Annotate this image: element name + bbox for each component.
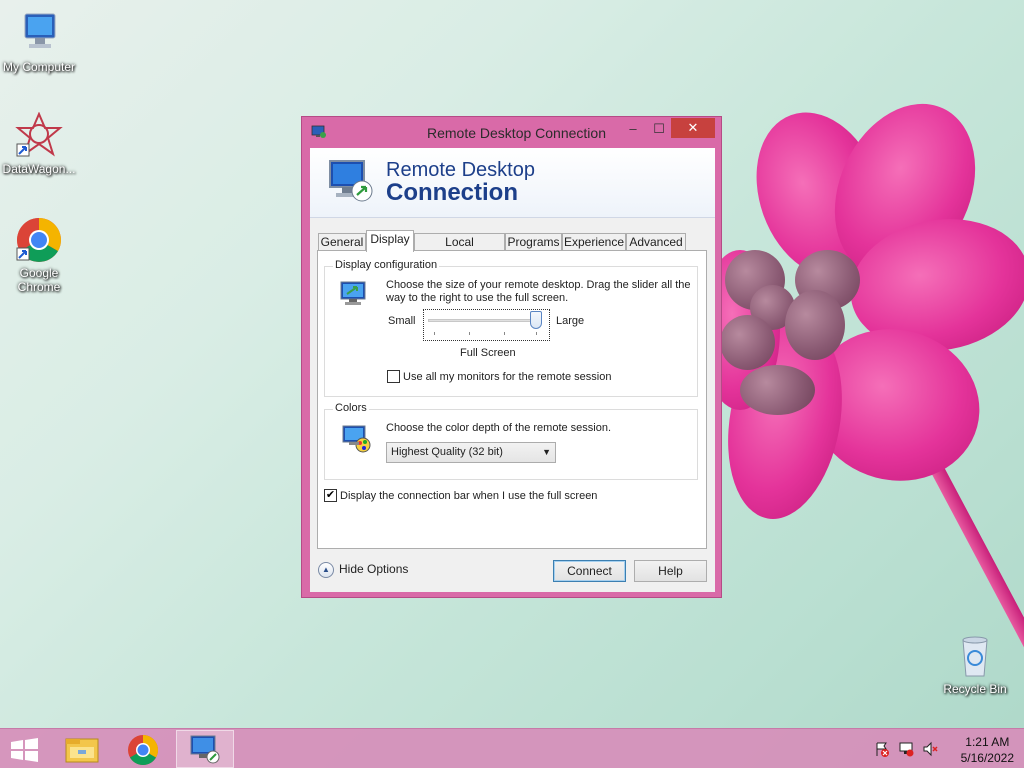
- wallpaper-flower: [700, 90, 1024, 650]
- display-description-line1: Choose the size of your remote desktop. …: [386, 279, 691, 291]
- system-clock[interactable]: 1:21 AM 5/16/2022: [961, 734, 1014, 766]
- chrome-icon: [128, 735, 159, 766]
- desktop-icon-google-chrome[interactable]: Google Chrome: [0, 216, 78, 294]
- display-description-line2: way to the right to use the full screen.: [386, 292, 569, 304]
- desktop-icon-label: DataWagon...: [2, 162, 76, 176]
- hide-options-label: Hide Options: [339, 562, 409, 577]
- taskbar: 1:21 AM 5/16/2022: [0, 728, 1024, 768]
- computer-icon: [15, 10, 63, 58]
- colors-description: Choose the color depth of the remote ses…: [386, 422, 612, 434]
- slider-track: [428, 319, 537, 322]
- tab-experience[interactable]: Experience: [562, 233, 626, 251]
- taskbar-file-explorer[interactable]: [54, 730, 112, 768]
- minimize-button[interactable]: –: [620, 119, 646, 139]
- taskbar-remote-desktop[interactable]: [176, 730, 234, 768]
- banner: Remote Desktop Connection: [310, 148, 715, 218]
- desktop-icon-label: Google Chrome: [17, 266, 61, 294]
- recycle-bin-icon: [951, 632, 999, 680]
- display-configuration-legend: Display configuration: [333, 259, 440, 271]
- colors-group: Colors Choose the color depth of the rem…: [324, 402, 698, 480]
- tab-local-resources[interactable]: Local Resources: [414, 233, 505, 265]
- connection-bar-label[interactable]: Display the connection bar when I use th…: [340, 490, 597, 502]
- clock-time: 1:21 AM: [965, 735, 1010, 749]
- tab-programs[interactable]: Programs: [505, 233, 562, 251]
- slider-value-label: Full Screen: [460, 347, 516, 359]
- desktop-icon-recycle-bin[interactable]: Recycle Bin: [936, 632, 1014, 696]
- desktop-icon-my-computer[interactable]: My Computer: [0, 10, 78, 74]
- network-icon[interactable]: [898, 741, 914, 757]
- maximize-button[interactable]: ☐: [646, 119, 672, 139]
- tab-display[interactable]: Display: [366, 230, 414, 252]
- remote-desktop-logo-icon: [326, 157, 376, 207]
- desktop-icon-label: My Computer: [2, 60, 76, 74]
- chevron-up-icon: ▲: [318, 562, 334, 578]
- use-all-monitors-label[interactable]: Use all my monitors for the remote sessi…: [403, 371, 611, 383]
- hide-options-toggle[interactable]: ▲ Hide Options: [318, 562, 408, 578]
- help-button[interactable]: Help: [634, 560, 707, 582]
- datawagon-icon: [15, 111, 63, 160]
- file-explorer-icon: [65, 738, 99, 763]
- remote-desktop-icon: [190, 735, 220, 764]
- banner-title-line2: Connection: [386, 179, 518, 206]
- tab-advanced[interactable]: Advanced: [626, 233, 686, 251]
- slider-min-label: Small: [388, 315, 416, 327]
- tab-general[interactable]: General: [318, 233, 366, 251]
- color-depth-value: Highest Quality (32 bit): [391, 446, 503, 458]
- title-bar[interactable]: Remote Desktop Connection – ☐ ✕: [302, 117, 721, 147]
- window-client-area: Remote Desktop Connection General Displa…: [310, 148, 715, 592]
- volume-muted-icon[interactable]: [922, 741, 938, 757]
- start-icon: [11, 738, 38, 762]
- colors-legend: Colors: [333, 402, 369, 414]
- taskbar-chrome[interactable]: [114, 730, 172, 768]
- color-palette-icon: [341, 423, 373, 455]
- remote-desktop-window: Remote Desktop Connection – ☐ ✕ Remote D…: [301, 116, 722, 598]
- display-configuration-group: Display configuration Choose the size of…: [324, 259, 698, 397]
- slider-thumb[interactable]: [530, 311, 542, 329]
- use-all-monitors-checkbox[interactable]: [387, 370, 400, 383]
- monitor-icon: [339, 279, 369, 309]
- start-button[interactable]: [0, 730, 58, 768]
- desktop-icon-label: Recycle Bin: [943, 682, 1007, 696]
- close-button[interactable]: ✕: [671, 118, 715, 138]
- system-tray: [870, 729, 950, 768]
- display-tab-panel: Display configuration Choose the size of…: [317, 250, 707, 549]
- chevron-down-icon: ▼: [542, 447, 551, 457]
- connect-button[interactable]: Connect: [553, 560, 626, 582]
- slider-max-label: Large: [556, 315, 585, 327]
- chrome-icon: [15, 216, 63, 264]
- display-size-slider[interactable]: [423, 309, 550, 341]
- desktop-icon-datawagon[interactable]: DataWagon...: [0, 111, 78, 176]
- clock-date: 5/16/2022: [960, 751, 1014, 765]
- action-center-flag-icon[interactable]: [874, 741, 890, 757]
- connection-bar-checkbox[interactable]: ✔: [324, 489, 337, 502]
- color-depth-select[interactable]: Highest Quality (32 bit) ▼: [386, 442, 556, 463]
